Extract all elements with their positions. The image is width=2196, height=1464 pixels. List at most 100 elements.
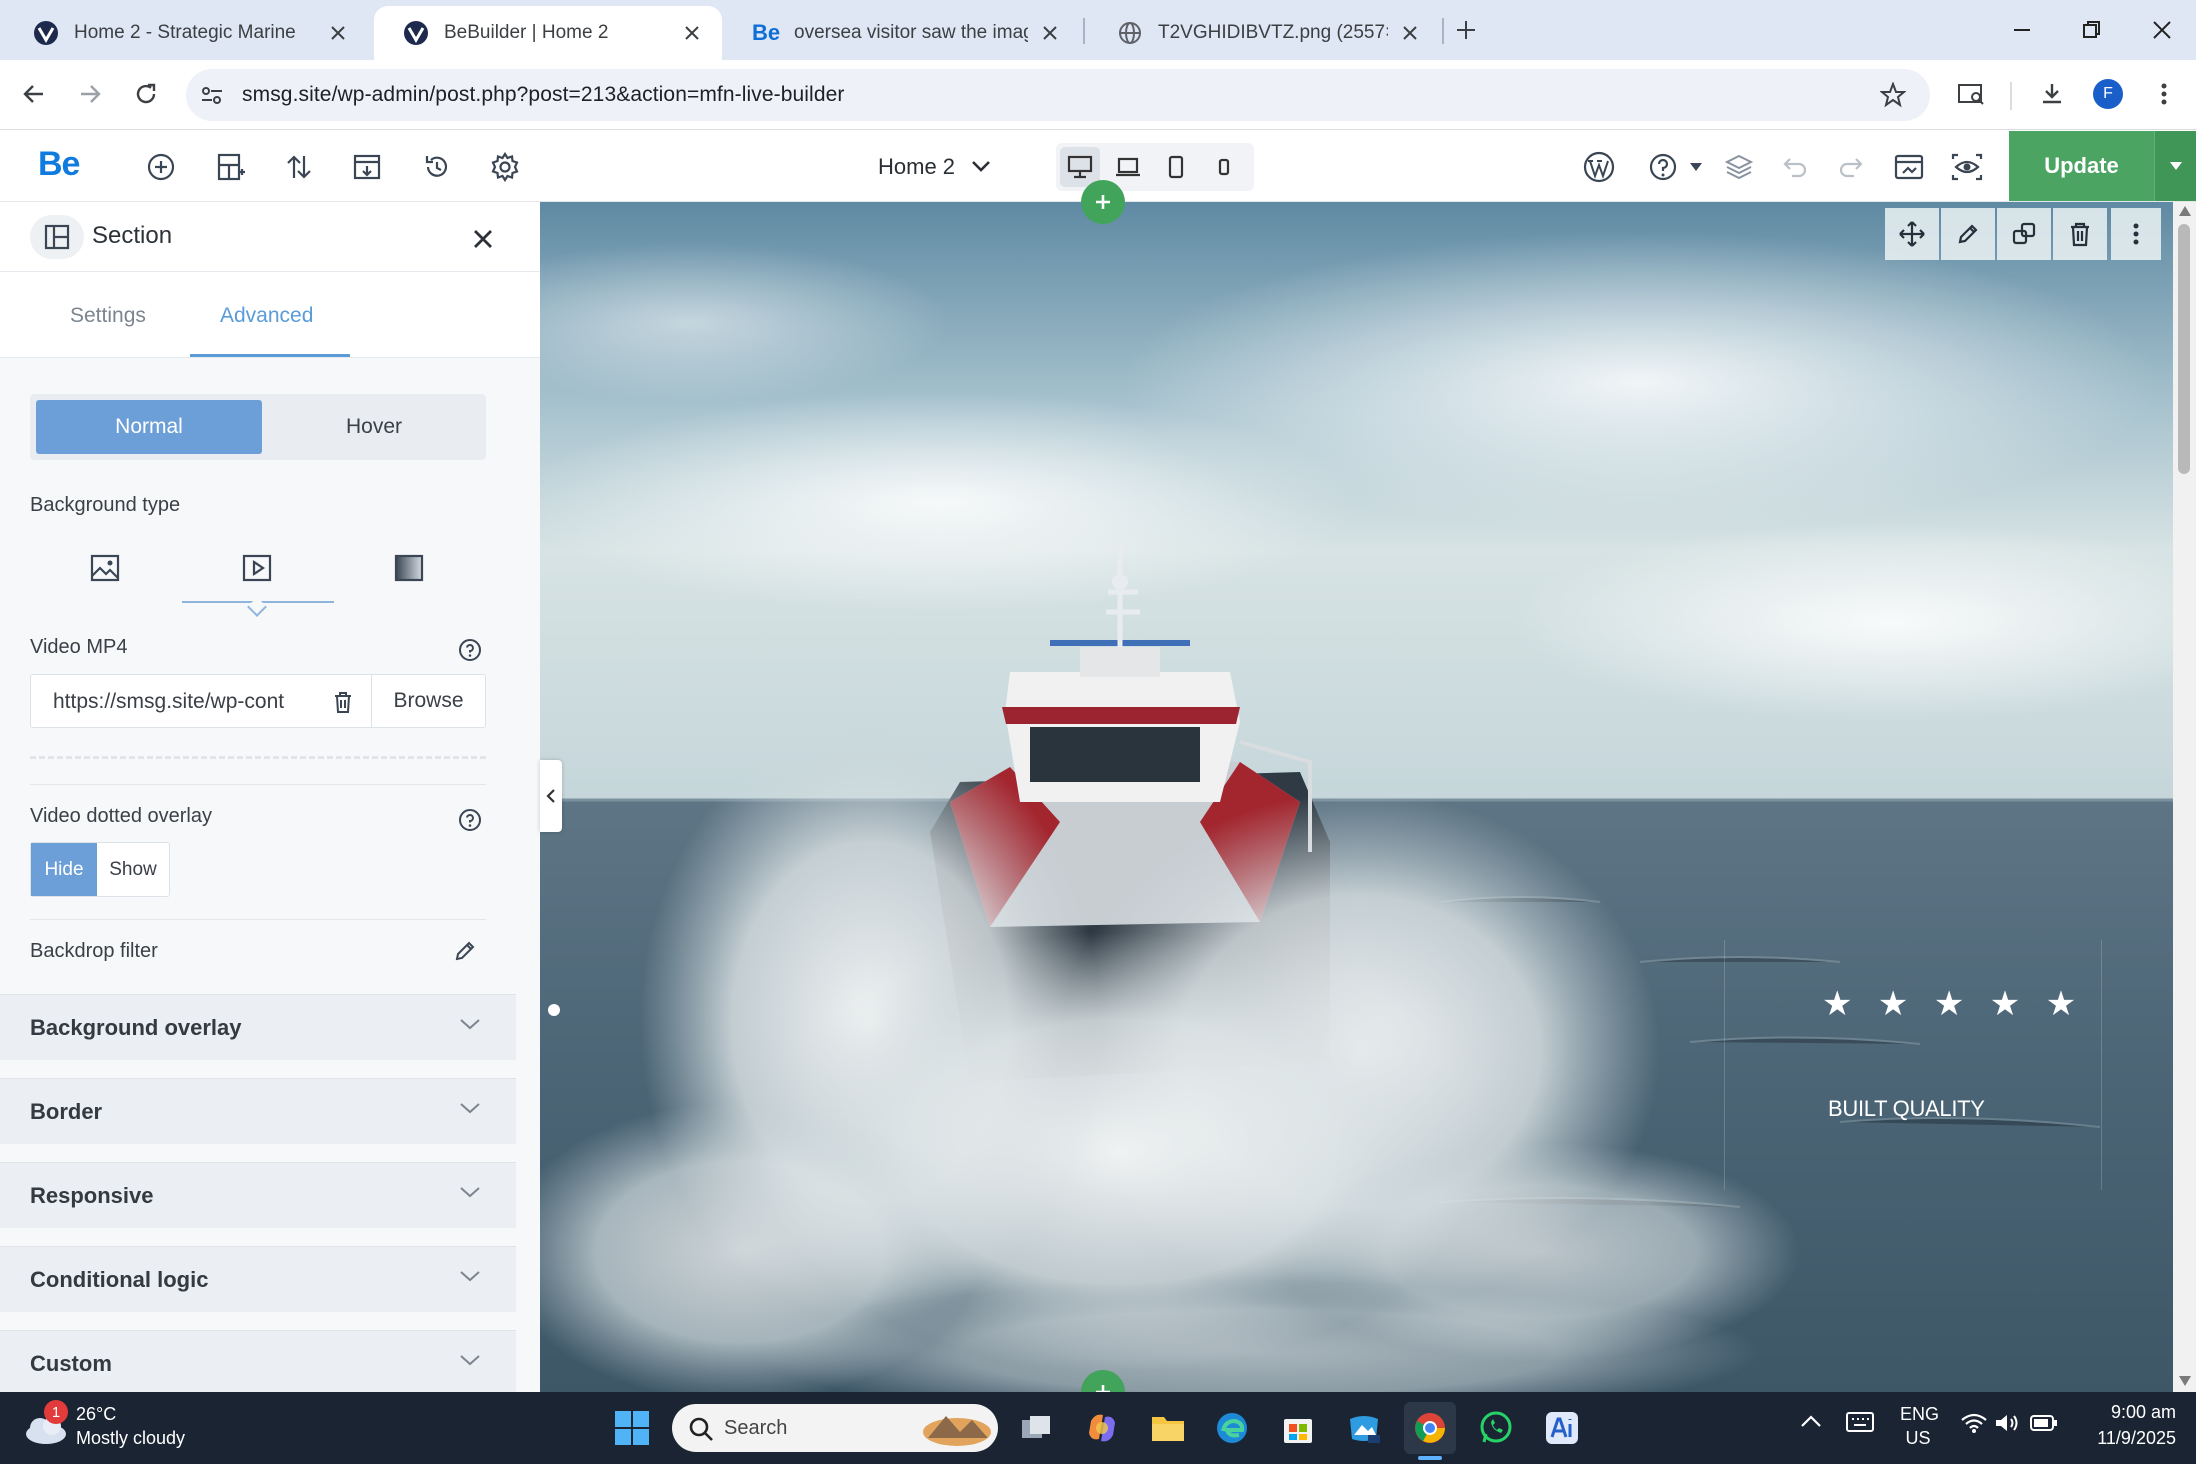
browser-menu-icon[interactable] — [2142, 72, 2186, 116]
preview-window-icon[interactable] — [1886, 144, 1932, 190]
close-panel-icon[interactable] — [462, 218, 504, 260]
forward-button[interactable] — [68, 72, 112, 116]
trash-icon[interactable] — [329, 688, 357, 716]
tab-home2-strategic-marine[interactable]: Home 2 - Strategic Marine — [4, 6, 368, 60]
collapse-panel-toggle[interactable] — [540, 760, 562, 832]
more-options-icon[interactable] — [2111, 208, 2161, 260]
language-label[interactable]: ENG — [1900, 1404, 1939, 1425]
tab-search-icon[interactable] — [1950, 72, 1994, 116]
chevron-up-icon[interactable] — [1800, 1414, 1822, 1428]
mobile-view-icon[interactable] — [1204, 147, 1244, 187]
edit-pencil-icon[interactable] — [452, 938, 478, 964]
battery-icon[interactable] — [2030, 1414, 2058, 1432]
volume-icon[interactable] — [1994, 1412, 2020, 1434]
downloads-icon[interactable] — [2030, 72, 2074, 116]
help-icon[interactable] — [458, 808, 482, 832]
layers-icon[interactable] — [1716, 144, 1762, 190]
tab-settings[interactable]: Settings — [70, 304, 146, 328]
reload-button[interactable] — [124, 72, 168, 116]
live-preview-canvas[interactable] — [540, 202, 2173, 1392]
chrome-browser-icon[interactable] — [1404, 1402, 1456, 1454]
whatsapp-icon[interactable] — [1470, 1402, 1522, 1454]
keyboard-icon[interactable] — [1846, 1412, 1874, 1432]
region-label[interactable]: US — [1900, 1428, 1936, 1449]
update-options-dropdown[interactable] — [2154, 131, 2196, 201]
weather-desc[interactable]: Mostly cloudy — [76, 1428, 185, 1449]
backdrop-filter-label: Backdrop filter — [30, 940, 158, 962]
close-tab-icon[interactable] — [680, 21, 704, 45]
duplicate-icon[interactable] — [1997, 208, 2051, 260]
move-icon[interactable] — [1885, 208, 1939, 260]
tab-bebuilder-home2[interactable]: BeBuilder | Home 2 — [374, 6, 722, 60]
resize-handle[interactable] — [548, 1004, 560, 1016]
scroll-up-arrow[interactable] — [2179, 206, 2191, 216]
page-selector[interactable]: Home 2 — [878, 149, 991, 185]
edge-browser-icon[interactable] — [1206, 1402, 1258, 1454]
settings-gear-icon[interactable] — [482, 144, 528, 190]
video-icon[interactable] — [182, 535, 332, 601]
video-mp4-input[interactable]: https://smsg.site/wp-cont — [53, 690, 325, 714]
sort-icon[interactable] — [276, 144, 322, 190]
image-icon[interactable] — [30, 535, 180, 601]
scroll-down-arrow[interactable] — [2179, 1376, 2191, 1386]
back-button[interactable] — [12, 72, 56, 116]
templates-icon[interactable] — [344, 144, 390, 190]
microsoft-store-icon[interactable] — [1272, 1402, 1324, 1454]
help-icon[interactable] — [458, 638, 482, 662]
show-button[interactable]: Show — [97, 843, 169, 896]
wifi-icon[interactable] — [1960, 1412, 1988, 1434]
taskbar-search[interactable]: Search — [672, 1404, 998, 1452]
bookmark-star-icon[interactable] — [1880, 82, 1906, 108]
update-button[interactable]: Update — [2009, 131, 2154, 201]
add-element-icon[interactable] — [138, 144, 184, 190]
close-tab-icon[interactable] — [326, 21, 350, 45]
site-info-icon[interactable] — [200, 83, 224, 107]
normal-state-button[interactable]: Normal — [36, 400, 262, 454]
close-tab-icon[interactable] — [1038, 21, 1062, 45]
hover-state-button[interactable]: Hover — [268, 400, 480, 454]
border-accordion[interactable]: Border — [0, 1078, 516, 1144]
tab-advanced[interactable]: Advanced — [220, 304, 313, 328]
address-bar[interactable]: smsg.site/wp-admin/post.php?post=213&act… — [186, 69, 1930, 121]
help-dropdown-icon[interactable] — [1676, 144, 1716, 190]
scrollbar-thumb[interactable] — [2178, 224, 2190, 474]
add-section-icon[interactable] — [208, 144, 254, 190]
wordpress-icon[interactable] — [1576, 144, 1622, 190]
new-tab-button[interactable] — [1438, 8, 1494, 52]
hide-button[interactable]: Hide — [31, 843, 97, 896]
file-explorer-icon[interactable] — [1142, 1402, 1194, 1454]
responsive-accordion[interactable]: Responsive — [0, 1162, 516, 1228]
weather-temp[interactable]: 26°C — [76, 1404, 116, 1425]
minimize-button[interactable] — [1992, 8, 2052, 52]
task-view-icon[interactable] — [1010, 1402, 1062, 1454]
preview-eye-icon[interactable] — [1944, 144, 1990, 190]
photos-app-icon[interactable] — [1338, 1402, 1390, 1454]
tablet-view-icon[interactable] — [1156, 147, 1196, 187]
state-toggle: Normal Hover — [30, 394, 486, 460]
undo-icon[interactable] — [1772, 144, 1818, 190]
bebuilder-logo[interactable]: Be — [38, 145, 80, 184]
close-window-button[interactable] — [2132, 8, 2192, 52]
clock-time[interactable]: 9:00 am — [2074, 1402, 2176, 1423]
ai-app-icon[interactable] — [1536, 1402, 1588, 1454]
background-overlay-accordion[interactable]: Background overlay — [0, 994, 516, 1060]
laptop-view-icon[interactable] — [1108, 147, 1148, 187]
conditional-logic-accordion[interactable]: Conditional logic — [0, 1246, 516, 1312]
add-section-top-button[interactable] — [1081, 180, 1125, 224]
edit-pencil-icon[interactable] — [1941, 208, 1995, 260]
clock-date[interactable]: 11/9/2025 — [2074, 1428, 2176, 1449]
tab-png-image[interactable]: T2VGHIDIBVTZ.png (2557×132 — [1088, 6, 1440, 60]
profile-avatar[interactable]: F — [2086, 72, 2130, 116]
copilot-icon[interactable] — [1076, 1402, 1128, 1454]
redo-icon[interactable] — [1828, 144, 1874, 190]
windows-start-icon[interactable] — [606, 1402, 658, 1454]
custom-accordion[interactable]: Custom — [0, 1330, 516, 1392]
restore-button[interactable] — [2062, 8, 2122, 52]
gradient-icon[interactable] — [334, 535, 484, 601]
close-tab-icon[interactable] — [1398, 21, 1422, 45]
browse-button[interactable]: Browse — [371, 675, 485, 727]
tab-oversea-visitor[interactable]: Be oversea visitor saw the image fi — [724, 6, 1080, 60]
history-icon[interactable] — [414, 144, 460, 190]
canvas-scrollbar[interactable] — [2173, 202, 2196, 1392]
trash-icon[interactable] — [2053, 208, 2107, 260]
